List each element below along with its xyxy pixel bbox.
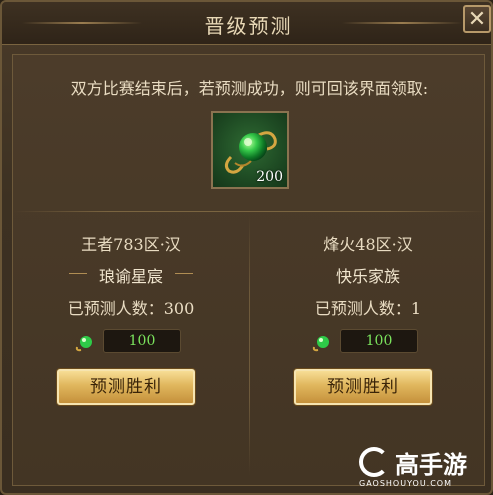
instruction-text: 双方比赛结束后，若预测成功，则可回该界面领取: <box>70 79 429 98</box>
right-server-name: 烽火48区·汉 <box>323 235 413 254</box>
green-orb-icon <box>312 336 329 352</box>
left-team-section: 王者783区·汉 琅谕星宸 已预测人数：300 100 预测胜利 <box>13 231 249 481</box>
right-bet-row: 100 <box>312 329 432 355</box>
watermark-text: 高手游 <box>395 451 467 479</box>
reward-item[interactable]: 200 <box>211 111 289 189</box>
left-team-name: 琅谕星宸 <box>98 267 163 286</box>
section-divider <box>13 211 486 212</box>
green-orb-icon <box>75 336 92 352</box>
right-predict-win-button[interactable]: 预测胜利 <box>294 369 432 405</box>
right-team-section: 烽火48区·汉 快乐家族 已预测人数：1 100 预测胜利 <box>250 231 486 481</box>
left-team-ornament-right <box>175 273 193 280</box>
watermark-logo-icon <box>359 447 389 477</box>
dialog-title: 晋级预测 <box>204 14 293 38</box>
close-button[interactable]: ✕ <box>463 5 491 33</box>
close-icon: ✕ <box>467 7 487 32</box>
right-bet-amount-input[interactable]: 100 <box>340 329 418 353</box>
left-bet-amount-input[interactable]: 100 <box>103 329 181 353</box>
prediction-panel: 双方比赛结束后，若预测成功，则可回该界面领取: 200 王者783区·汉 琅谕星… <box>12 54 486 486</box>
right-team-name: 快乐家族 <box>335 267 400 286</box>
left-server-name: 王者783区·汉 <box>81 235 181 254</box>
dialog-header: 晋级预测 ✕ <box>2 2 491 45</box>
watermark-subtext: GAOSHOUYOU.COM <box>359 479 453 488</box>
prediction-dialog: 晋级预测 ✕ 双方比赛结束后，若预测成功，则可回该界面领取: 200 王者783… <box>0 0 493 495</box>
site-watermark: 高手游 GAOSHOUYOU.COM <box>357 445 487 489</box>
left-predict-win-button[interactable]: 预测胜利 <box>57 369 195 405</box>
right-prediction-count: 已预测人数：1 <box>314 299 422 318</box>
left-prediction-count: 已预测人数：300 <box>67 299 195 318</box>
left-bet-row: 100 <box>75 329 195 355</box>
reward-quantity: 200 <box>256 169 283 185</box>
